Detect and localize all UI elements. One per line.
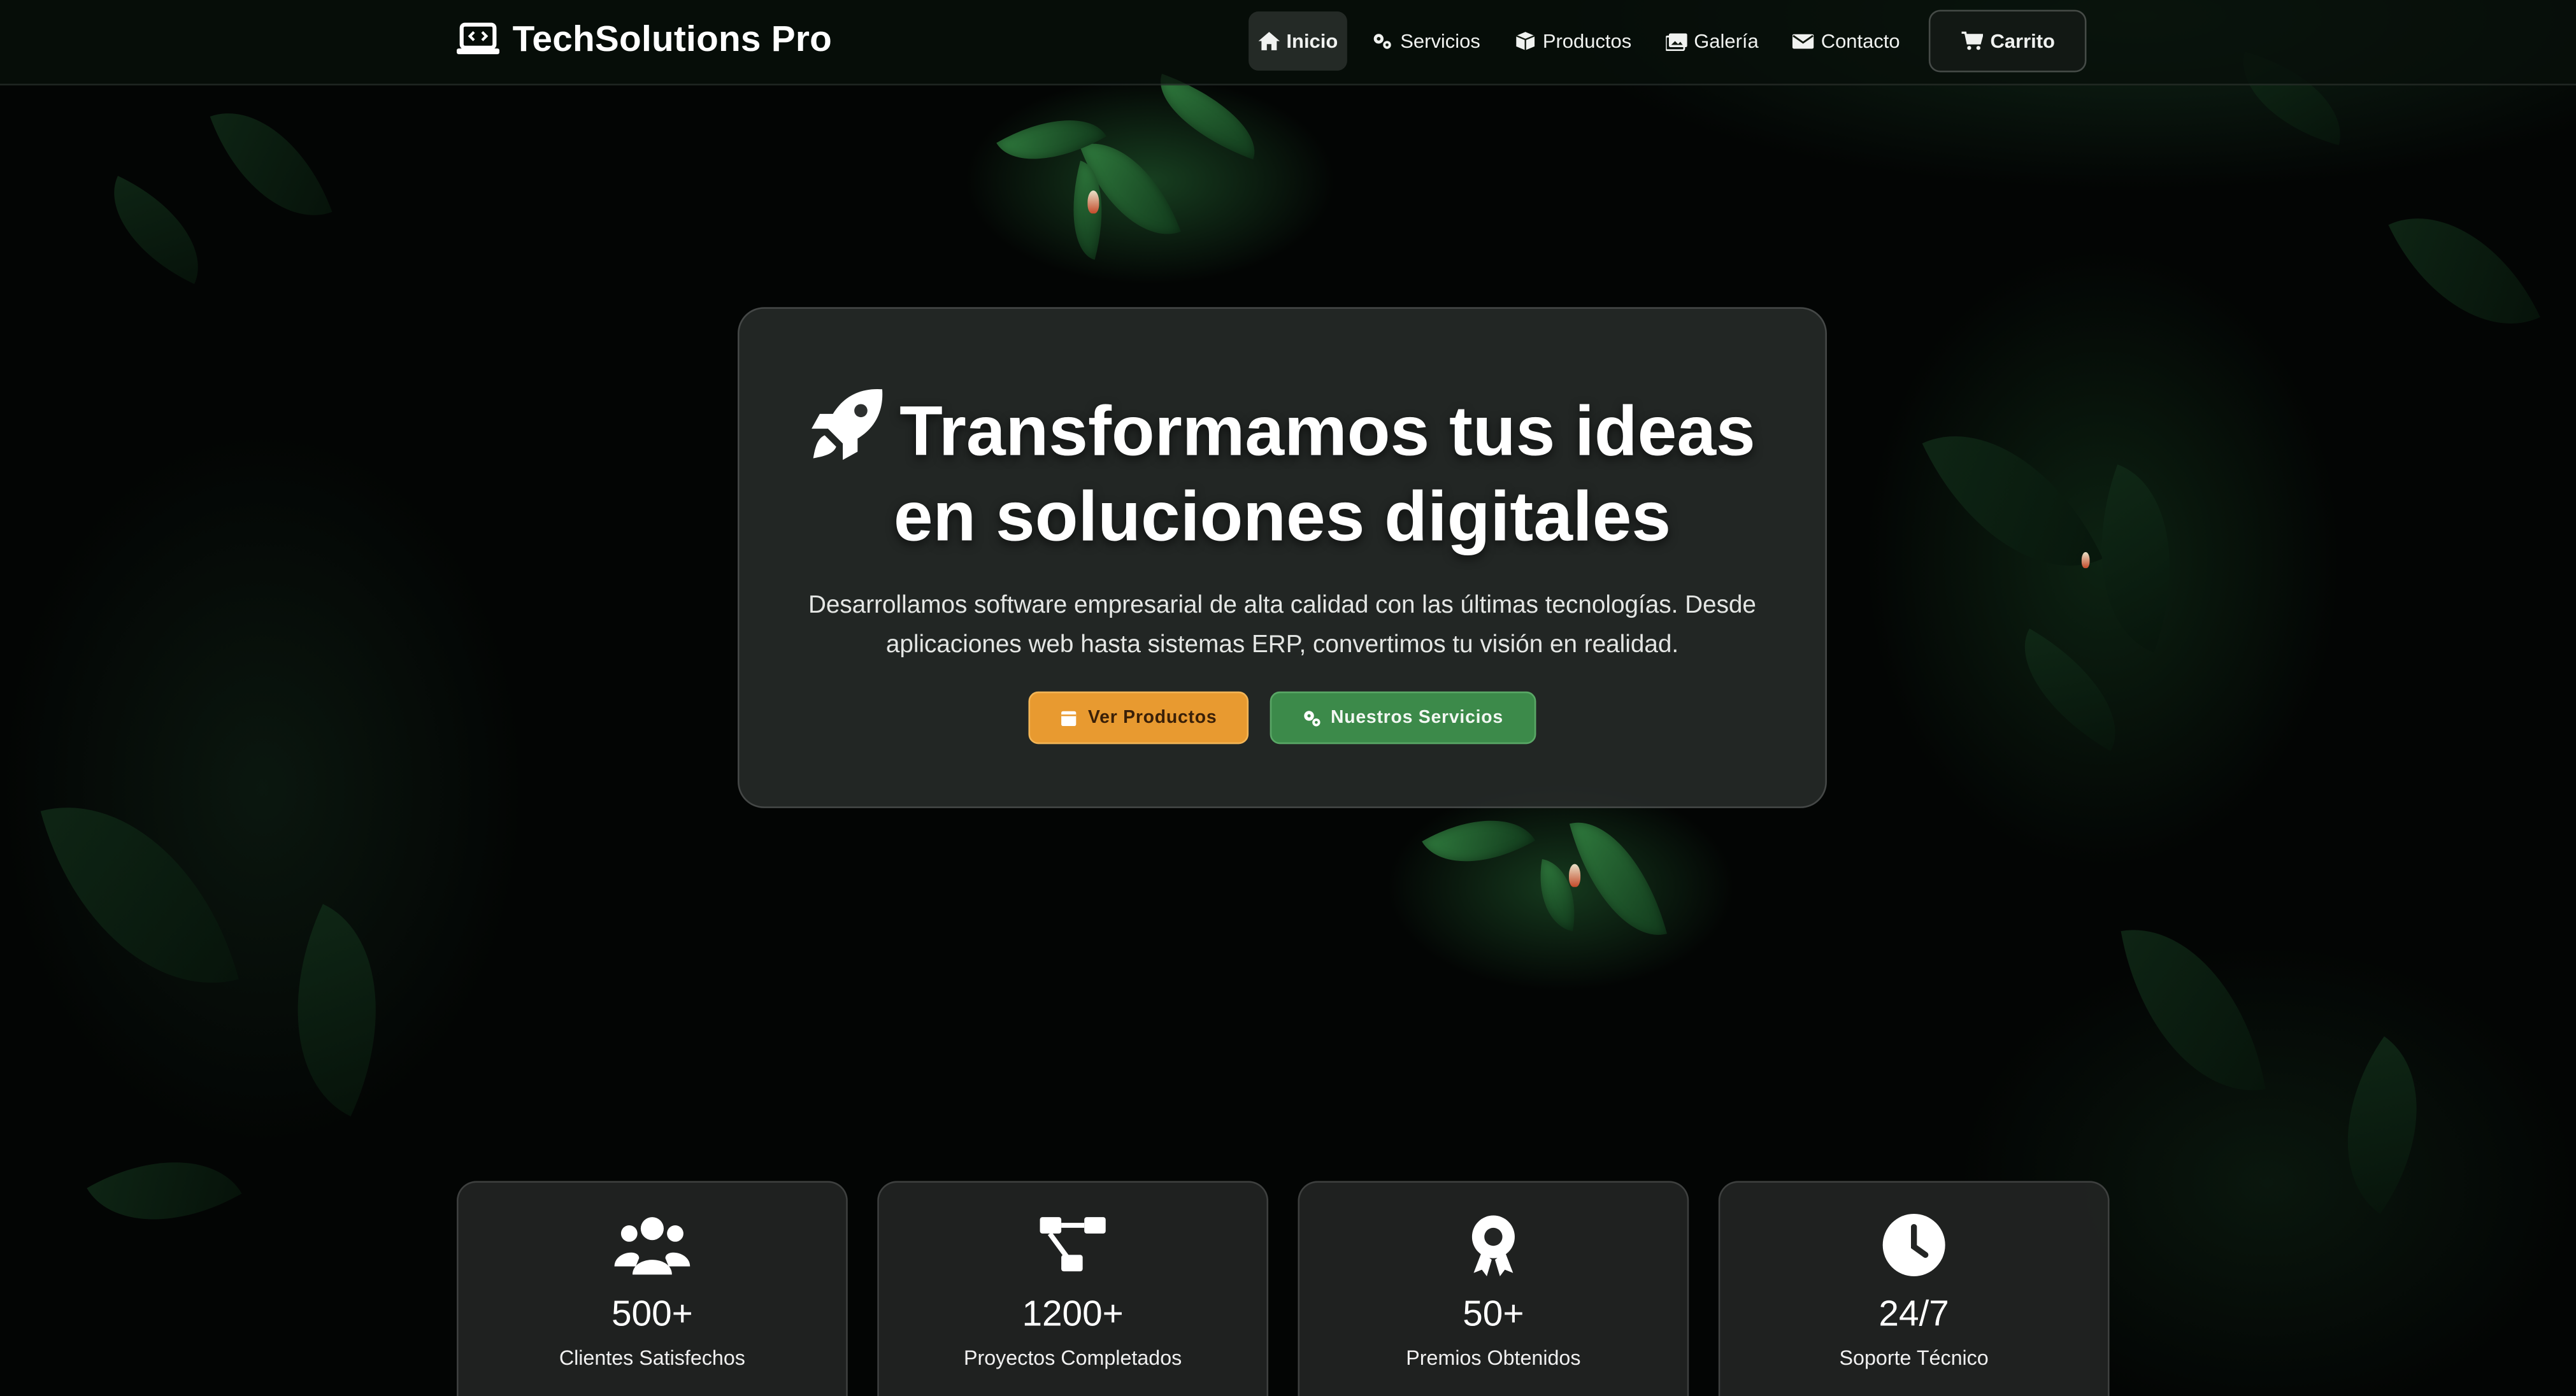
main-nav: Inicio Servicios Productos Galería Conta… (1249, 10, 2101, 73)
diagram-project-icon (1040, 1217, 1106, 1272)
stat-value: 24/7 (1878, 1292, 1949, 1334)
award-icon (1471, 1215, 1515, 1276)
hero-title: Transformamos tus ideas en soluciones di… (740, 388, 1826, 560)
brand-logo-link[interactable]: TechSolutions Pro (456, 18, 833, 61)
nav-servicios[interactable]: Servicios (1363, 11, 1490, 71)
nav-label: Inicio (1286, 29, 1338, 53)
nav-contacto[interactable]: Contacto (1783, 11, 1910, 71)
nav-label: Productos (1542, 29, 1632, 53)
nav-galeria[interactable]: Galería (1656, 11, 1768, 71)
stat-card-premios: 50+ Premios Obtenidos (1298, 1181, 1689, 1396)
stat-label: Clientes Satisfechos (559, 1346, 745, 1370)
button-label: Nuestros Servicios (1330, 708, 1503, 728)
hero-title-line2: en soluciones digitales (893, 478, 1671, 557)
nav-label: Servicios (1400, 29, 1480, 53)
stat-value: 500+ (611, 1292, 693, 1334)
stat-card-proyectos: 1200+ Proyectos Completados (877, 1181, 1269, 1396)
navbar: TechSolutions Pro Inicio Servicios Produ… (0, 0, 2576, 86)
cart-icon (1962, 31, 1984, 50)
laptop-code-icon (456, 22, 500, 55)
brand-name: TechSolutions Pro (512, 18, 833, 59)
envelope-icon (1792, 34, 1815, 49)
nav-inicio[interactable]: Inicio (1249, 11, 1348, 71)
hero-title-line1: Transformamos tus ideas (899, 392, 1756, 472)
button-label: Ver Productos (1088, 708, 1217, 728)
ver-productos-button[interactable]: Ver Productos (1028, 691, 1249, 744)
users-icon (614, 1217, 691, 1275)
hero-buttons: Ver Productos Nuestros Servicios (740, 691, 1826, 744)
stat-value: 1200+ (1022, 1292, 1124, 1334)
stat-label: Premios Obtenidos (1406, 1346, 1581, 1370)
page: TechSolutions Pro Inicio Servicios Produ… (0, 0, 2576, 1396)
nav-productos[interactable]: Productos (1505, 11, 1642, 71)
home-icon (1258, 32, 1280, 50)
box-icon (1061, 710, 1077, 725)
nuestros-servicios-button[interactable]: Nuestros Servicios (1270, 691, 1536, 744)
cart-button[interactable]: Carrito (1929, 10, 2086, 73)
stat-card-soporte: 24/7 Soporte Técnico (1718, 1181, 2110, 1396)
cart-label: Carrito (1990, 29, 2055, 53)
gears-icon (1374, 34, 1392, 49)
nav-label: Galería (1694, 29, 1759, 53)
nav-label: Contacto (1821, 29, 1900, 53)
box-icon (1515, 32, 1535, 50)
stat-value: 50+ (1463, 1292, 1524, 1334)
rocket-icon (810, 388, 882, 460)
stat-label: Proyectos Completados (964, 1346, 1182, 1370)
stat-card-clientes: 500+ Clientes Satisfechos (456, 1181, 848, 1396)
stat-label: Soporte Técnico (1839, 1346, 1989, 1370)
hero-subtitle: Desarrollamos software empresarial de al… (808, 591, 1756, 659)
hero-card: Transformamos tus ideas en soluciones di… (738, 307, 1827, 808)
clock-icon (1882, 1213, 1945, 1276)
images-icon (1666, 33, 1687, 51)
gears-icon (1304, 709, 1320, 726)
